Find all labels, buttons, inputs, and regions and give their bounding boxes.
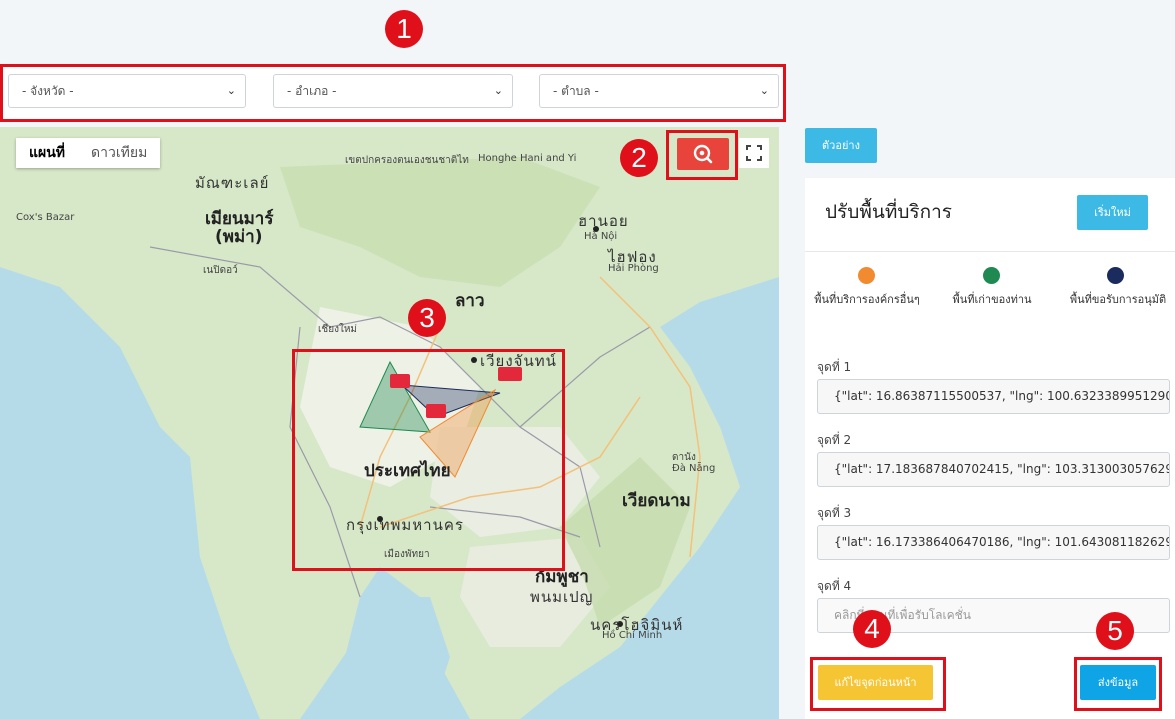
legend-dot-other-org xyxy=(858,267,875,284)
legend-dot-old-area xyxy=(983,267,1000,284)
map-label-honghe: Honghe Hani and Yi xyxy=(478,153,577,164)
point-3-label: จุดที่ 3 xyxy=(817,506,852,520)
map-label-myanmar-2: (พม่า) xyxy=(215,227,263,247)
map-type-map-button[interactable]: แผนที่ xyxy=(16,138,78,168)
annotation-box-4 xyxy=(810,657,946,711)
map-label-laos: ลาว xyxy=(455,291,485,311)
annotation-badge-1: 1 xyxy=(385,10,423,48)
map-label-vietnam: เวียดนาม xyxy=(622,491,691,511)
panel-title: ปรับพื้นที่บริการ xyxy=(825,201,953,223)
map-type-satellite-button[interactable]: ดาวเทียม xyxy=(78,138,160,168)
annotation-box-3 xyxy=(292,349,565,571)
map-label-hcmc-en: Hồ Chí Minh xyxy=(602,630,663,641)
map-label-danang-en: Đà Nẵng xyxy=(672,463,716,474)
map-type-toggle: แผนที่ ดาวเทียม xyxy=(16,138,161,168)
reset-button[interactable]: เริ่มใหม่ xyxy=(1077,195,1148,230)
point-3-field[interactable]: {"lat": 16.173386406470186, "lng": 101.6… xyxy=(817,525,1170,560)
annotation-badge-2: 2 xyxy=(620,139,658,177)
point-2-label: จุดที่ 2 xyxy=(817,433,852,447)
point-2-field[interactable]: {"lat": 17.183687840702415, "lng": 103.3… xyxy=(817,452,1170,487)
legend-label-other-org: พื้นที่บริการองค์กรอื่นๆ xyxy=(814,293,920,306)
legend-dot-request-area xyxy=(1107,267,1124,284)
annotation-box-1 xyxy=(0,64,786,122)
fullscreen-button[interactable] xyxy=(739,138,769,168)
example-button[interactable]: ตัวอย่าง xyxy=(805,128,877,163)
map-label-mandalay: มัณฑะเลย์ xyxy=(195,174,270,192)
point-4-label: จุดที่ 4 xyxy=(817,579,852,593)
legend-label-old-area: พื้นที่เก่าของท่าน xyxy=(952,293,1032,306)
fullscreen-icon xyxy=(746,145,762,161)
annotation-badge-5: 5 xyxy=(1096,612,1134,650)
point-1-label: จุดที่ 1 xyxy=(817,360,852,374)
point-1-field[interactable]: {"lat": 16.86387115500537, "lng": 100.63… xyxy=(817,379,1170,414)
annotation-box-5 xyxy=(1074,657,1162,711)
annotation-box-2 xyxy=(666,130,738,180)
map-label-hanoi-en: Hà Nội xyxy=(584,231,618,242)
annotation-badge-4: 4 xyxy=(853,610,891,648)
map-label-haiphong-en: Hải Phòng xyxy=(608,263,659,274)
divider xyxy=(805,251,1175,252)
annotation-badge-3: 3 xyxy=(408,299,446,337)
map-label-hanoi: ฮานอย xyxy=(578,212,629,230)
map-label-chiangmai: เชียงใหม่ xyxy=(318,324,358,335)
legend-label-request-area: พื้นที่ขอรับการอนุมัติ xyxy=(1069,293,1167,306)
map-label-coxsbazar: Cox's Bazar xyxy=(16,212,75,223)
map-label-phnompenh: พนมเปญ xyxy=(530,588,594,606)
map-label-yunnan: เขตปกครองตนเองชนชาติไท xyxy=(345,155,469,166)
map-label-naypyidaw: เนปิดอว์ xyxy=(203,265,238,276)
